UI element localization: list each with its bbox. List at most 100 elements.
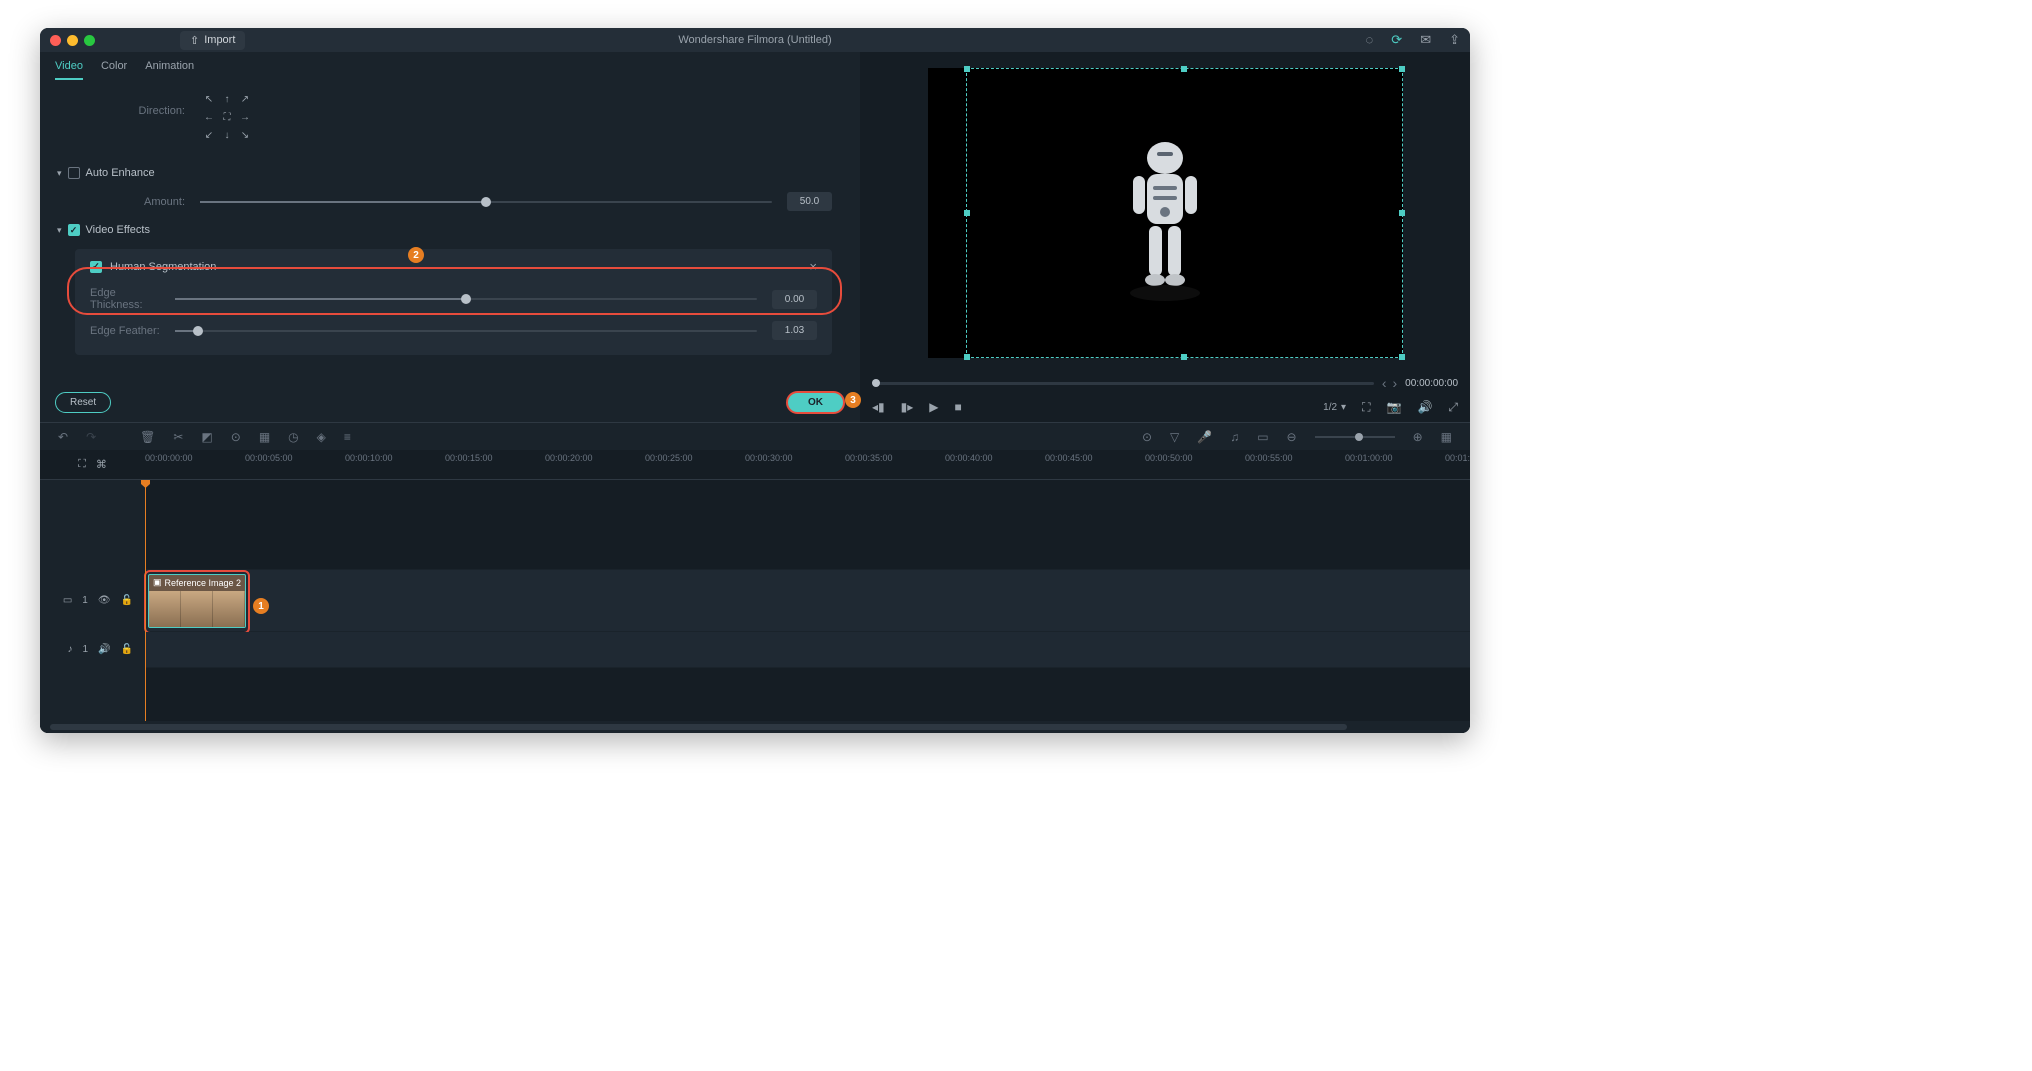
dir-tr-icon[interactable]: ↗	[236, 90, 254, 108]
edge-thickness-thumb[interactable]	[461, 294, 471, 304]
preview-frame[interactable]	[928, 68, 1403, 358]
dir-t-icon[interactable]: ↑	[218, 90, 236, 108]
handle-tm[interactable]	[1181, 66, 1187, 72]
video-effects-checkbox[interactable]	[68, 224, 80, 236]
video-effects-header[interactable]: ▾ Video Effects	[57, 216, 832, 244]
dir-tl-icon[interactable]: ↖	[200, 90, 218, 108]
preview-controls: ◂▮ ▮▸ ▶ ■ 1/2 ▾ ⛶ 📷 🔊 ⤢	[860, 392, 1470, 422]
handle-bl[interactable]	[964, 354, 970, 360]
scrub-track[interactable]	[872, 382, 1374, 385]
messages-icon[interactable]: ✉	[1420, 32, 1431, 48]
handle-tr[interactable]	[1399, 66, 1405, 72]
undo-icon[interactable]: ↶	[58, 430, 68, 444]
dir-l-icon[interactable]: ←	[200, 108, 218, 126]
edge-feather-value[interactable]: 1.03	[772, 321, 817, 340]
delete-icon[interactable]: 🗑	[140, 430, 155, 444]
dir-c-icon[interactable]: ⛶	[218, 108, 236, 126]
handle-mr[interactable]	[1399, 210, 1405, 216]
scrub-thumb[interactable]	[872, 379, 880, 387]
cut-icon[interactable]: ✂	[173, 430, 183, 444]
auto-enhance-header[interactable]: ▾ Auto Enhance	[57, 159, 832, 187]
mixer-icon[interactable]: ♫	[1230, 430, 1239, 444]
scrub-next-icon[interactable]: ›	[1393, 375, 1398, 391]
amount-slider-thumb[interactable]	[481, 197, 491, 207]
dir-bl-icon[interactable]: ↙	[200, 126, 218, 144]
record-icon[interactable]: 🎤	[1197, 430, 1212, 444]
tab-color[interactable]: Color	[101, 60, 127, 80]
timeline-h-scroll-thumb[interactable]	[50, 724, 1347, 730]
account-icon[interactable]: ◌	[1366, 32, 1374, 48]
stop-icon[interactable]: ■	[955, 400, 962, 414]
close-window-icon[interactable]	[50, 35, 61, 46]
marker-icon[interactable]: ▽	[1170, 430, 1179, 444]
keyframe-icon[interactable]: ◈	[317, 430, 326, 444]
timeline-header-left: ⛶ ⌘	[40, 450, 145, 479]
dir-r-icon[interactable]: →	[236, 108, 254, 126]
human-seg-checkbox[interactable]	[90, 261, 102, 273]
timeline-ruler[interactable]: 00:00:00:0000:00:05:0000:00:10:0000:00:1…	[145, 450, 1470, 479]
display-icon[interactable]: ⛶	[1362, 400, 1370, 415]
clip-thumbnails	[149, 591, 245, 627]
captions-icon[interactable]: ▭	[1257, 430, 1268, 444]
zoom-in-icon[interactable]: ⊕	[1413, 430, 1423, 444]
prev-frame-icon[interactable]: ◂▮	[872, 400, 885, 414]
handle-ml[interactable]	[964, 210, 970, 216]
direction-grid[interactable]: ↖↑↗ ←⛶→ ↙↓↘	[200, 90, 254, 144]
tab-animation[interactable]: Animation	[145, 60, 194, 80]
cloud-sync-icon[interactable]: ⟳	[1391, 32, 1402, 48]
timeline-link-icon[interactable]: ⛶	[78, 458, 86, 471]
next-frame-icon[interactable]: ▮▸	[901, 400, 914, 414]
amount-slider[interactable]	[200, 201, 772, 203]
ok-button[interactable]: OK 3	[786, 391, 845, 414]
edge-thickness-slider[interactable]	[175, 298, 757, 300]
handle-br[interactable]	[1399, 354, 1405, 360]
edge-thickness-value[interactable]: 0.00	[772, 290, 817, 309]
audio-track-content[interactable]	[145, 632, 1470, 667]
redo-icon[interactable]: ↷	[86, 430, 96, 444]
handle-tl[interactable]	[964, 66, 970, 72]
timeline-h-scrollbar[interactable]	[40, 721, 1470, 733]
render-icon[interactable]: ⊙	[1142, 430, 1152, 444]
preview-area[interactable]	[860, 52, 1470, 374]
titlebar: ⇧ Import Wondershare Filmora (Untitled) …	[40, 28, 1470, 52]
play-icon[interactable]: ▶	[929, 400, 938, 414]
visibility-icon[interactable]: 👁	[98, 595, 111, 606]
reset-button[interactable]: Reset	[55, 392, 111, 413]
zoom-layout-icon[interactable]: ▦	[1441, 430, 1452, 444]
lock-audio-icon[interactable]: 🔓	[121, 644, 133, 655]
adjust-icon[interactable]: ≡	[344, 430, 351, 444]
remove-effect-icon[interactable]: ×	[809, 259, 817, 274]
preview-ratio-select[interactable]: 1/2 ▾	[1323, 402, 1346, 413]
snapshot-icon[interactable]: 📷	[1386, 400, 1401, 414]
video-track: ▭ 1 👁 🔓 ▣ Reference Image 2	[40, 570, 1470, 632]
amount-value[interactable]: 50.0	[787, 192, 832, 211]
dir-br-icon[interactable]: ↘	[236, 126, 254, 144]
tab-video[interactable]: Video	[55, 60, 83, 80]
dir-b-icon[interactable]: ↓	[218, 126, 236, 144]
scrub-prev-icon[interactable]: ‹	[1382, 375, 1387, 391]
auto-enhance-checkbox[interactable]	[68, 167, 80, 179]
zoom-out-icon[interactable]: ⊖	[1287, 430, 1297, 444]
playhead[interactable]	[145, 480, 146, 721]
empty-track-2-content[interactable]	[145, 668, 1470, 721]
import-button[interactable]: ⇧ Import	[180, 31, 245, 50]
video-track-content[interactable]: ▣ Reference Image 2 1	[145, 570, 1470, 631]
mute-icon[interactable]: 🔊	[98, 644, 110, 655]
edge-feather-slider[interactable]	[175, 330, 757, 332]
timeline-magnet-icon[interactable]: ⌘	[96, 458, 107, 471]
color-icon[interactable]: ▦	[259, 430, 270, 444]
maximize-window-icon[interactable]	[84, 35, 95, 46]
export-icon[interactable]: ⇪	[1449, 32, 1460, 48]
speed-icon[interactable]: ⊙	[231, 430, 241, 444]
volume-icon[interactable]: 🔊	[1417, 400, 1432, 414]
zoom-slider[interactable]	[1315, 436, 1395, 438]
minimize-window-icon[interactable]	[67, 35, 78, 46]
timer-icon[interactable]: ◷	[288, 430, 298, 444]
empty-track-content[interactable]	[145, 480, 1470, 569]
fullscreen-icon[interactable]: ⤢	[1448, 400, 1458, 415]
handle-bm[interactable]	[1181, 354, 1187, 360]
lock-icon[interactable]: 🔓	[121, 595, 133, 606]
edge-feather-thumb[interactable]	[193, 326, 203, 336]
video-clip[interactable]: ▣ Reference Image 2	[148, 574, 246, 628]
crop-icon[interactable]: ◩	[201, 430, 212, 444]
